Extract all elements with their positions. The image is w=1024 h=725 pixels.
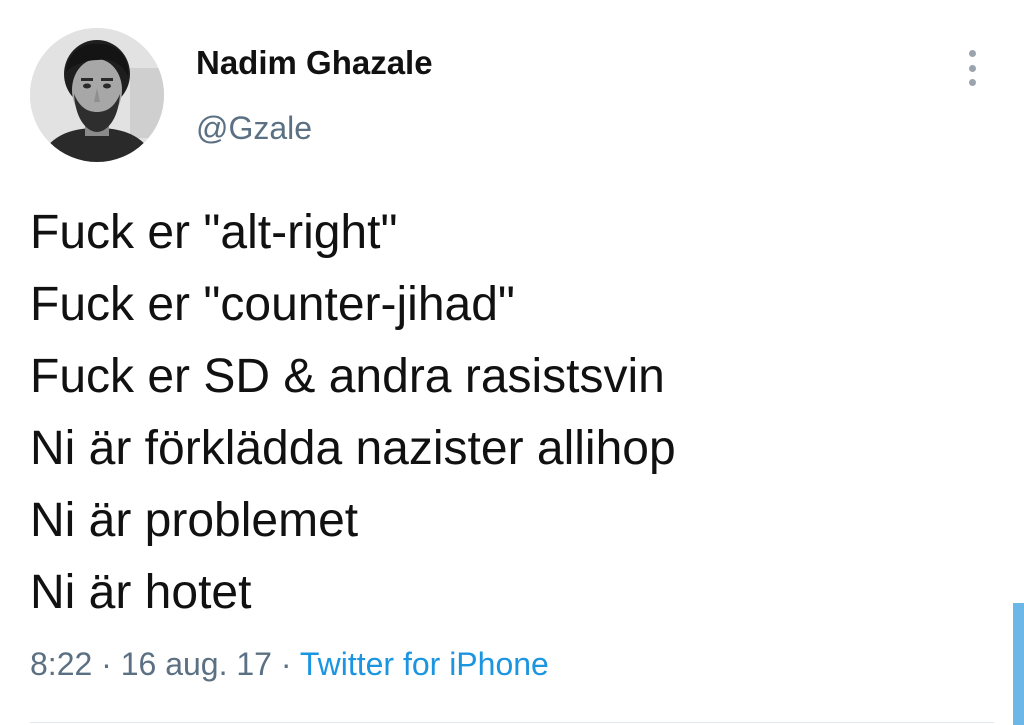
tweet-text: Fuck er "alt-right" Fuck er "counter-jih… xyxy=(30,197,990,629)
more-vertical-icon-dot xyxy=(968,79,976,86)
tweet-line: Ni är problemet xyxy=(30,494,359,547)
tweet-meta: 8:22 · 16 aug. 17 · Twitter for iPhone xyxy=(30,646,549,683)
tweet-card: Nadim Ghazale @Gzale Fuck er "alt-right"… xyxy=(0,0,1024,725)
tweet-line: Fuck er "alt-right" xyxy=(30,206,398,259)
tweet-line: Fuck er "counter-jihad" xyxy=(30,278,515,331)
meta-separator: · xyxy=(92,646,121,682)
more-vertical-icon xyxy=(968,50,976,57)
tweet-time[interactable]: 8:22 xyxy=(30,646,92,682)
tweet-line: Ni är hotet xyxy=(30,566,252,619)
tweet-source-link[interactable]: Twitter for iPhone xyxy=(300,646,549,682)
more-options-button[interactable] xyxy=(954,48,990,88)
author-name[interactable]: Nadim Ghazale xyxy=(196,44,433,82)
author-handle[interactable]: @Gzale xyxy=(196,110,312,147)
scrollbar-thumb[interactable] xyxy=(1013,603,1024,725)
tweet-date[interactable]: 16 aug. 17 xyxy=(121,646,272,682)
tweet-line: Ni är förklädda nazister allihop xyxy=(30,422,676,475)
avatar[interactable] xyxy=(30,28,164,162)
meta-separator: · xyxy=(271,646,300,682)
divider xyxy=(30,722,994,723)
more-vertical-icon-dot xyxy=(968,64,976,72)
tweet-line: Fuck er SD & andra rasistsvin xyxy=(30,350,665,403)
profile-photo xyxy=(30,28,164,162)
